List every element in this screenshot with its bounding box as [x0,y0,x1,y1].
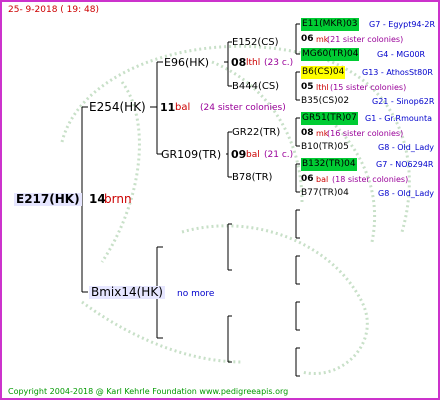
sdd-name[interactable]: B78(TR) [232,171,272,184]
g1-dam-gen: G4 - MG00R [377,50,426,59]
g3-sire-gen: G1 - Gr.Rmounta [365,114,432,123]
g4-dam-name[interactable]: B77(TR)04 [301,187,349,200]
ss-code: lthl [246,58,261,68]
g2-dam-name[interactable]: B35(CS)02 [301,95,349,108]
sire-year: 11 [160,101,176,114]
ss-year: 08 [231,56,247,69]
g2-dam-gen: G21 - Sinop62R [372,97,435,106]
g3-dam-name[interactable]: B10(TR)05 [301,141,349,154]
dam-name[interactable]: Bmix14(HK) [89,286,165,299]
g1-dam-name[interactable]: MG60(TR)04 [301,48,360,61]
sd-note: (21 c.) [264,150,294,160]
g4-sire-gen: G7 - NO6294R [376,160,434,169]
g4-code: bal [316,175,329,184]
g2-note: (15 sister colonies) [330,83,407,92]
sd-name[interactable]: GR109(TR) [161,148,221,161]
g2-sire-name[interactable]: B6(CS)04 [301,66,346,79]
g4-note: (18 sister colonies) [332,175,409,184]
g2-year: 05 [301,82,314,92]
g3-note: (16 sister colonies) [327,129,404,138]
root-code: brnn [104,192,132,206]
g3-sire-name[interactable]: GR51(TR)07 [301,112,358,125]
g3-year: 08 [301,128,314,138]
g2-code: lthl [316,83,329,92]
sire-note: (24 sister colonies) [200,103,286,113]
sss-name[interactable]: E152(CS) [232,36,279,49]
sd-year: 09 [231,148,247,161]
ss-note: (23 c.) [264,58,294,68]
sire-code: bal [175,102,191,113]
sds-name[interactable]: GR22(TR) [232,126,280,139]
g4-year: 06 [301,174,314,184]
root-name[interactable]: E217(HK) [14,193,82,206]
g4-dam-gen: G8 - Old_Lady [378,189,435,198]
sire-name[interactable]: E254(HK) [89,101,146,114]
g2-sire-gen: G13 - AthosSt80R [362,68,433,77]
sd-code: bal [246,150,260,160]
g4-sire-name[interactable]: B132(TR)04 [301,158,357,171]
ss-name[interactable]: E96(HK) [164,56,209,69]
footer-copyright: Copyright 2004-2018 @ Karl Kehrle Founda… [8,387,289,396]
g1-note: (21 sister colonies) [327,35,404,44]
ssd-name[interactable]: B444(CS) [232,80,279,93]
pedigree-frame: 25- 9-2018 ( 19: 48) E217(HK) 14 brnn E2… [0,0,440,400]
g1-year: 06 [301,34,314,44]
header-date: 25- 9-2018 ( 19: 48) [8,5,99,15]
g3-dam-gen: G8 - Old_Lady [378,143,435,152]
dam-note: no more [177,289,215,299]
g1-sire-gen: G7 - Egypt94-2R [369,20,436,29]
g1-sire-name[interactable]: E11(MKR)03 [301,18,359,31]
